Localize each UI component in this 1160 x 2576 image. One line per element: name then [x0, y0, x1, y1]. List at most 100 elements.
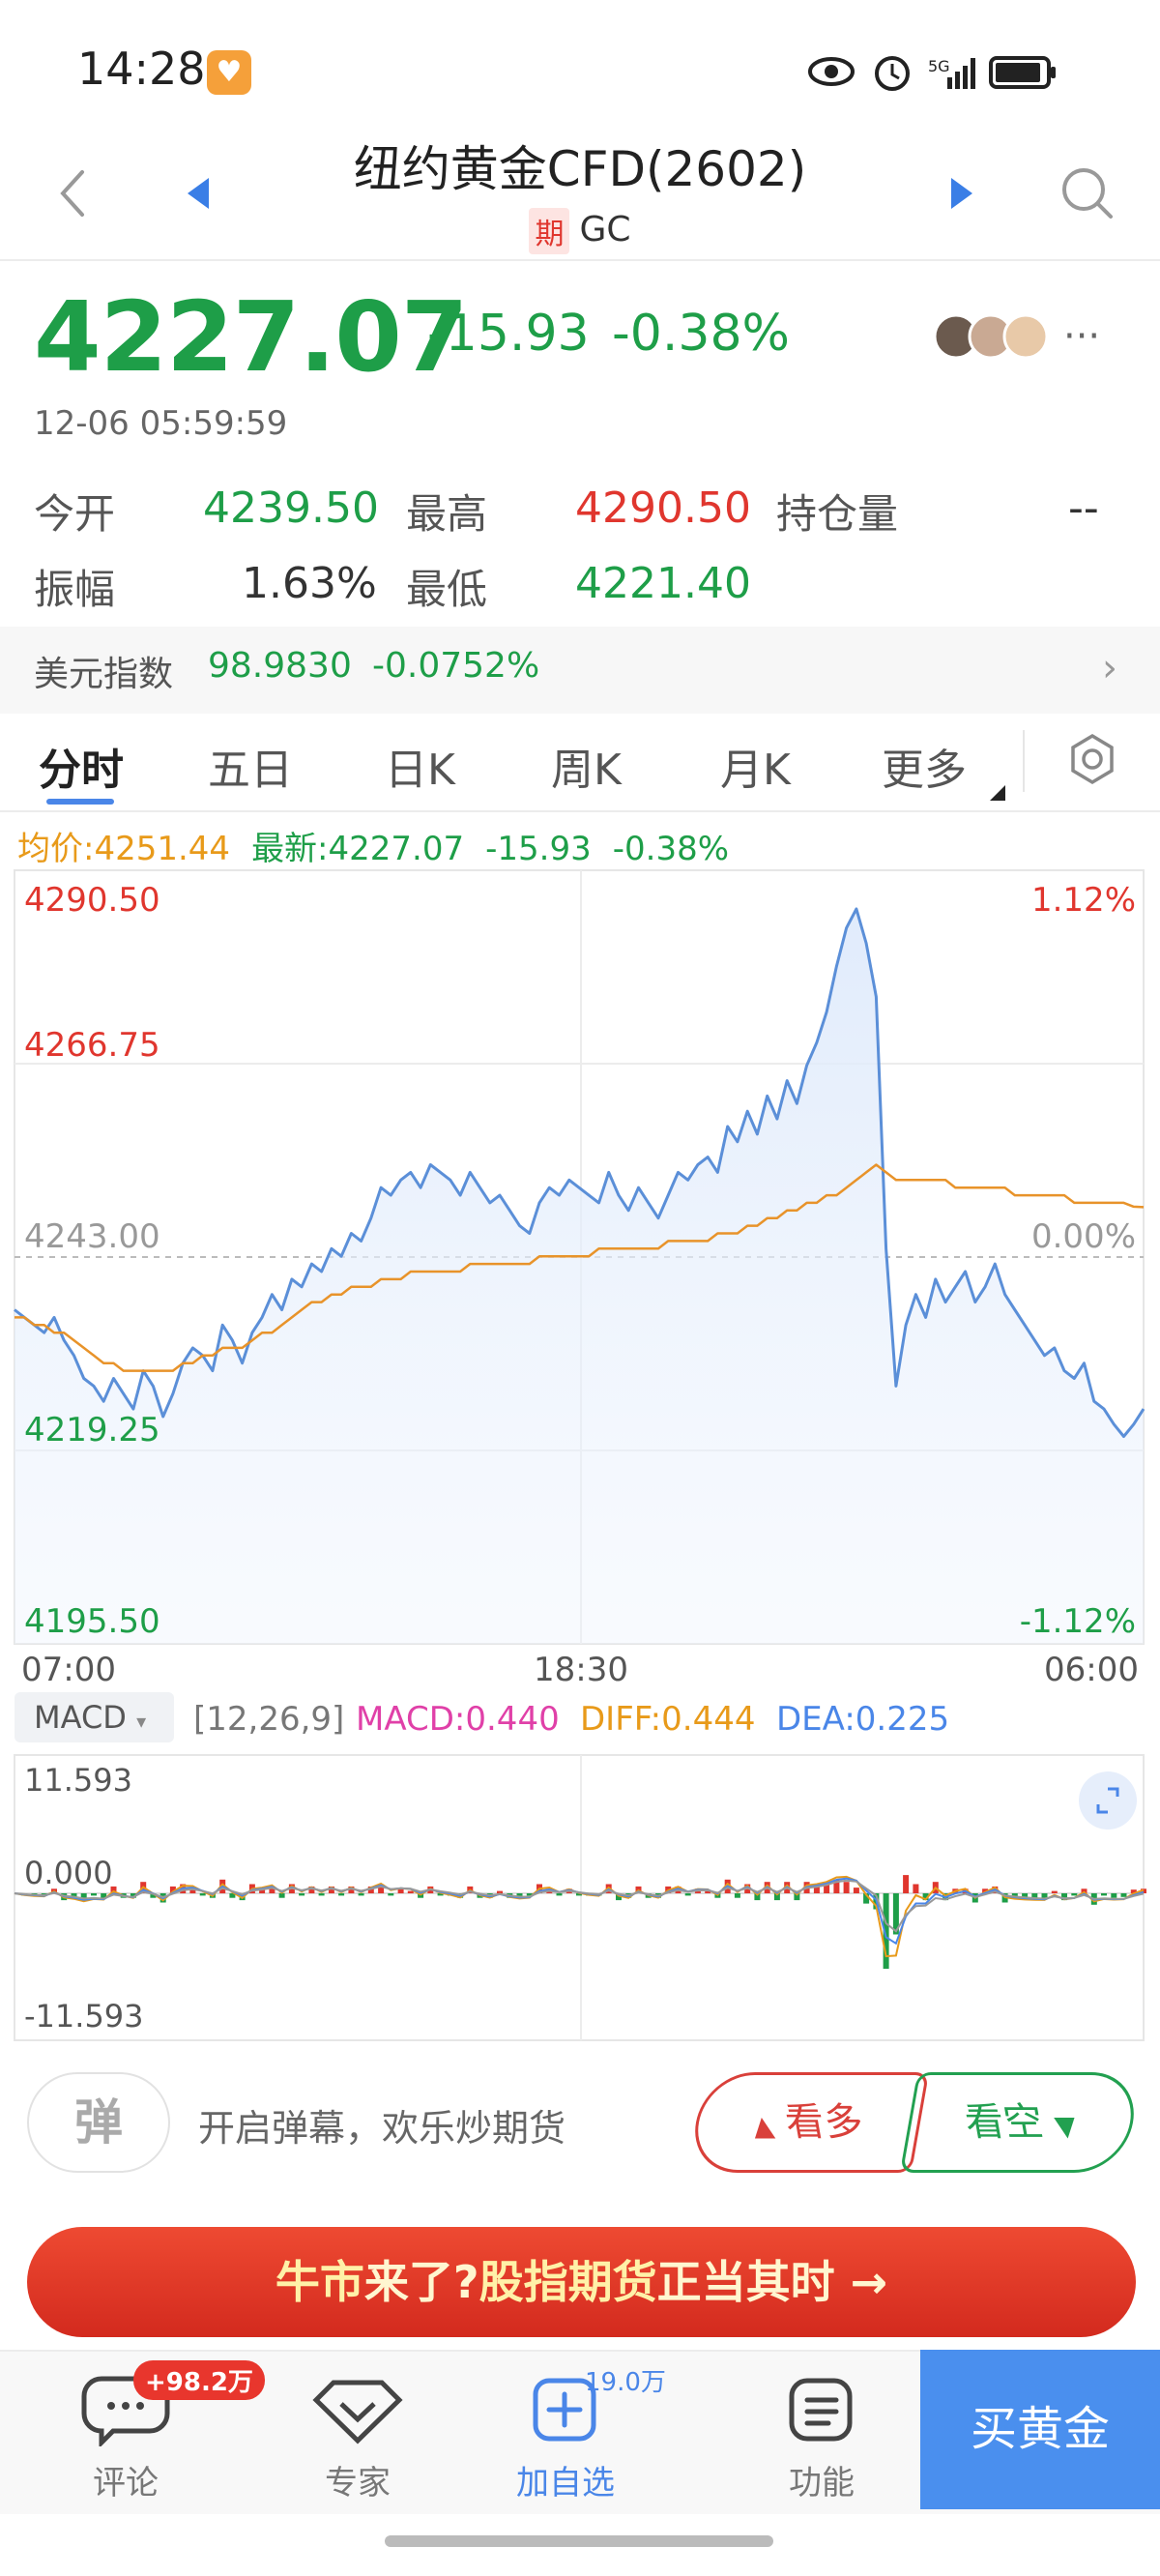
chart-change-pct: -0.38% — [612, 830, 730, 868]
buy-gold-button[interactable]: 买黄金 — [920, 2350, 1160, 2509]
y-tick-label: 4195.50 — [24, 1602, 160, 1641]
x-tick-label: 06:00 — [1044, 1651, 1139, 1689]
macd-bar — [1041, 1893, 1048, 1898]
status-time: 14:28 — [77, 43, 206, 95]
macd-bar — [853, 1888, 859, 1893]
macd-line — [14, 1877, 1145, 1946]
app-notification-icon: ♥ — [207, 50, 251, 95]
intraday-chart[interactable]: 4290.50 4266.75 4243.00 4219.25 4195.50 … — [0, 865, 1160, 2064]
diff-value: DIFF:0.444 — [580, 1700, 756, 1739]
high-label: 最高 — [406, 490, 488, 538]
y-pct-tick-label: 0.00% — [1031, 1217, 1136, 1256]
tab-intraday[interactable]: 分时 — [39, 735, 124, 797]
bearish-button[interactable]: 看空 ▼ — [899, 2072, 1143, 2173]
macd-bar — [913, 1884, 919, 1893]
alarm-icon — [875, 56, 910, 91]
macd-bar — [1101, 1893, 1107, 1896]
chart-change: -15.93 — [485, 830, 592, 868]
x-tick-label: 07:00 — [21, 1651, 116, 1689]
nav-functions[interactable]: 功能 — [749, 2369, 894, 2503]
y-tick-label: 4290.50 — [24, 881, 160, 920]
search-icon[interactable] — [1058, 164, 1116, 222]
tab-more[interactable]: 更多 — [882, 735, 967, 797]
macd-bar — [407, 1890, 414, 1893]
tab-weekly-k[interactable]: 周K — [551, 735, 622, 797]
macd-bar — [91, 1893, 97, 1896]
macd-bar — [1071, 1893, 1078, 1896]
macd-bar — [1111, 1893, 1117, 1898]
price-change: -15.93 — [427, 305, 590, 363]
nav-expert[interactable]: 专家 — [285, 2369, 430, 2503]
settings-icon[interactable] — [1063, 730, 1121, 788]
latest-price: 最新:4227.07 — [251, 830, 465, 868]
macd-tick-label: -11.593 — [24, 1998, 144, 2034]
usd-index-row[interactable] — [0, 627, 1160, 714]
home-indicator[interactable] — [385, 2535, 773, 2547]
comment-count-badge: +98.2万 — [133, 2360, 265, 2400]
y-tick-label: 4266.75 — [24, 1026, 160, 1065]
tab-active-indicator — [46, 799, 114, 805]
expand-icon — [1079, 1771, 1137, 1830]
dea-value: DEA:0.225 — [776, 1700, 950, 1739]
menu-list-icon — [789, 2378, 853, 2442]
macd-bar — [843, 1882, 850, 1893]
triangle-down-icon: ▼ — [1052, 2110, 1079, 2142]
avg-price: 均价:4251.44 — [17, 830, 231, 868]
bullish-button[interactable]: ▲ 看多 — [686, 2072, 930, 2173]
price-area — [14, 909, 1144, 1644]
indicator-select[interactable]: MACD ▾ — [14, 1692, 174, 1742]
next-contract-icon[interactable] — [947, 174, 976, 213]
divider — [0, 259, 1160, 261]
open-value: 4239.50 — [203, 483, 379, 533]
danmu-hint[interactable]: 开启弹幕，欢乐炒期货 — [198, 2098, 566, 2152]
y-tick-label: 4219.25 — [24, 1411, 160, 1449]
macd-bar — [903, 1875, 910, 1893]
low-value: 4221.40 — [575, 559, 751, 608]
y-pct-tick-label: -1.12% — [1020, 1602, 1136, 1641]
macd-bar — [338, 1893, 345, 1896]
usd-index-change: -0.0752% — [372, 646, 540, 686]
eye-icon — [808, 57, 855, 86]
y-pct-tick-label: 1.12% — [1031, 881, 1136, 920]
chevron-right-icon[interactable]: › — [1102, 646, 1117, 690]
svg-text:5G: 5G — [928, 57, 950, 75]
diamond-icon — [312, 2380, 403, 2444]
macd-bar — [278, 1893, 285, 1898]
macd-bar — [684, 1893, 691, 1896]
futures-tag: 期 — [529, 208, 570, 254]
macd-bar — [1051, 1890, 1058, 1893]
macd-bar — [318, 1893, 325, 1896]
y-tick-label: 4243.00 — [24, 1217, 160, 1256]
macd-bar — [358, 1893, 364, 1896]
dropdown-corner-icon — [990, 785, 1005, 801]
macd-bar — [556, 1893, 563, 1896]
macd-params: [12,26,9] — [193, 1700, 345, 1739]
macd-bar — [734, 1893, 740, 1898]
tab-separator — [1023, 730, 1025, 792]
x-tick-label: 18:30 — [534, 1651, 628, 1689]
macd-value: MACD:0.440 — [356, 1700, 560, 1739]
quote-timestamp: 12-06 05:59:59 — [34, 404, 288, 443]
arrow-right-icon: → — [850, 2256, 888, 2308]
usd-index-value: 98.9830 — [208, 646, 352, 686]
tab-monthly-k[interactable]: 月K — [720, 735, 791, 797]
last-price: 4227.07 — [34, 280, 468, 394]
promo-banner[interactable]: 牛市来了?股指期货正当其时 → — [27, 2227, 1136, 2337]
macd-bar — [199, 1893, 206, 1896]
high-value: 4290.50 — [575, 483, 751, 533]
tab-daily-k[interactable]: 日K — [385, 735, 455, 797]
price-change-pct: -0.38% — [612, 305, 790, 363]
more-icon[interactable]: ··· — [1063, 314, 1100, 359]
macd-tick-label: 0.000 — [24, 1855, 113, 1891]
macd-tick-label: 11.593 — [24, 1762, 132, 1799]
low-label: 最低 — [406, 566, 488, 613]
danmu-toggle-button[interactable]: 弹 — [27, 2072, 170, 2173]
tab-five-day[interactable]: 五日 — [208, 735, 293, 797]
battery-icon — [989, 56, 1056, 89]
usd-index-label: 美元指数 — [34, 655, 174, 694]
macd-bar — [299, 1893, 305, 1896]
watchlist-count: 19.0万 — [585, 2368, 666, 2397]
divider — [0, 810, 1160, 812]
page-title: 纽约黄金CFD(2602) — [353, 141, 807, 197]
user-avatars[interactable] — [933, 309, 1058, 364]
